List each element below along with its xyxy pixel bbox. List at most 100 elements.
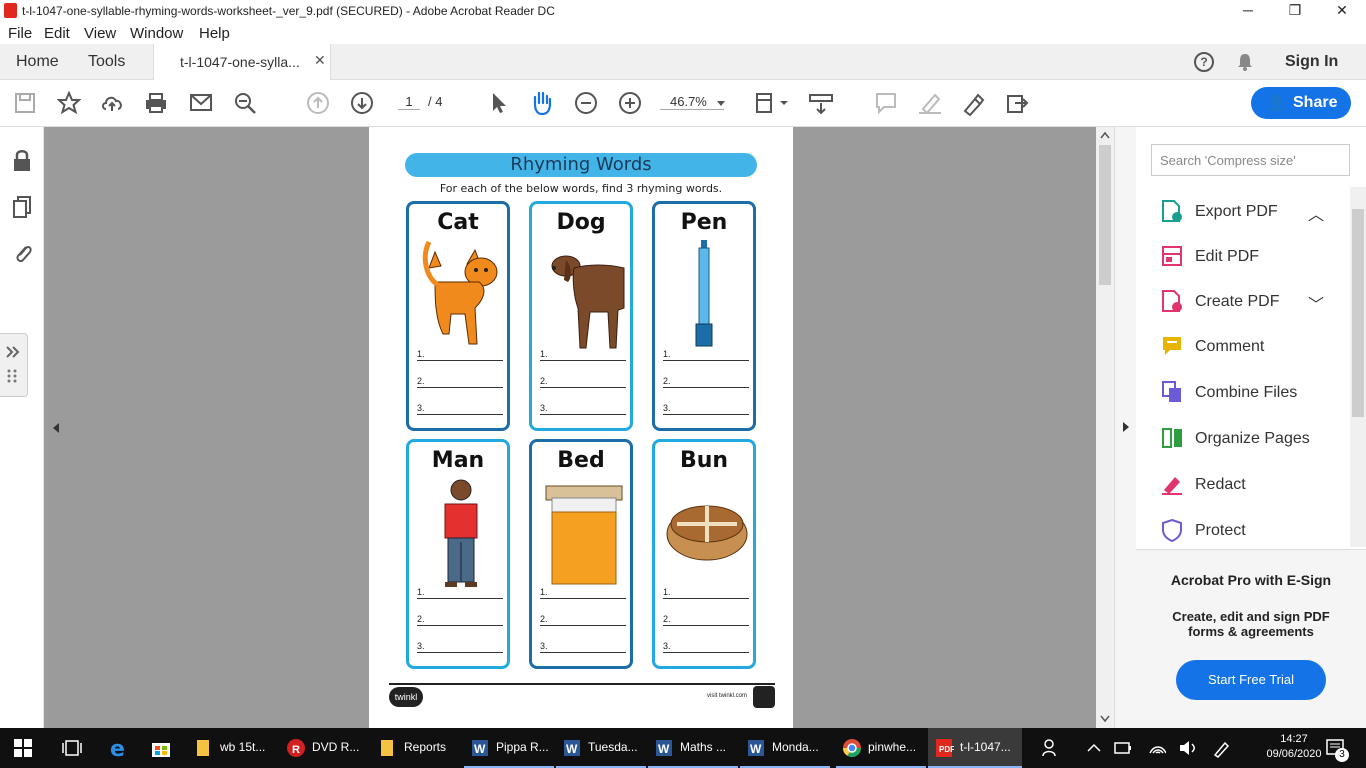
taskbar-item-monday[interactable]: W Monda... (740, 728, 830, 768)
expand-panel-handle[interactable] (0, 333, 28, 397)
lock-icon[interactable] (12, 149, 32, 173)
combine-files-icon (1162, 381, 1181, 402)
answer-line-2: 2. (417, 614, 503, 626)
notification-bell-icon[interactable] (1235, 52, 1255, 72)
word-card-dog: Dog 1. 2. 3. (529, 201, 633, 431)
page-thumbnails-icon[interactable] (12, 195, 34, 219)
tool-label: Edit PDF (1195, 248, 1260, 265)
upload-cloud-icon[interactable] (100, 91, 126, 115)
card-word: Pen (680, 210, 728, 235)
taskbar-item-tuesday[interactable]: W Tuesda... (556, 728, 646, 768)
answer-line-2: 2. (540, 376, 626, 388)
right-panel-toggle-strip[interactable] (1114, 127, 1136, 728)
start-free-trial-button[interactable]: Start Free Trial (1176, 660, 1326, 700)
svg-text:W: W (566, 742, 578, 756)
attachment-paperclip-icon[interactable] (12, 241, 34, 265)
system-clock[interactable]: 14:27 09/06/2020 (1264, 732, 1324, 762)
zoom-level-select[interactable]: 46.7% (660, 94, 724, 110)
answer-line-3: 3. (540, 641, 626, 653)
save-icon[interactable] (14, 92, 36, 114)
taskbar-item-reports[interactable]: Reports (372, 728, 462, 768)
answer-line-1: 1. (540, 349, 626, 361)
pen-workspace-icon[interactable] (1212, 738, 1232, 758)
close-window-button[interactable]: ✕ (1332, 2, 1352, 20)
answer-line-1: 1. (417, 349, 503, 361)
edge-browser-icon[interactable]: e (108, 736, 132, 760)
taskbar-item-maths[interactable]: W Maths ... (648, 728, 738, 768)
scroll-up-arrow-icon[interactable] (1100, 131, 1110, 139)
select-cursor-icon[interactable] (489, 91, 509, 115)
sign-in-link[interactable]: Sign In (1285, 53, 1338, 71)
menu-help[interactable]: Help (199, 25, 230, 42)
taskbar-label: Pippa R... (496, 740, 549, 754)
taskbar-item-wb[interactable]: wb 15t... (188, 728, 278, 768)
maximize-button[interactable]: ❐ (1285, 2, 1305, 20)
store-icon[interactable] (150, 737, 172, 759)
page-number-input[interactable]: 1 (398, 94, 420, 110)
document-scrollbar[interactable] (1096, 127, 1114, 728)
fit-page-icon[interactable] (754, 91, 788, 117)
menu-file[interactable]: File (8, 25, 32, 42)
help-icon[interactable]: ? (1193, 51, 1215, 73)
find-zoom-icon[interactable] (233, 91, 259, 117)
page-total: / 4 (428, 94, 443, 109)
scrollbar-thumb[interactable] (1099, 145, 1111, 285)
quality-badge-icon (753, 686, 775, 708)
more-tools-icon[interactable] (1005, 91, 1033, 117)
organize-pages-icon (1162, 428, 1182, 448)
highlight-pen-icon[interactable] (917, 91, 943, 115)
answer-line-3: 3. (663, 403, 749, 415)
menu-window[interactable]: Window (130, 25, 183, 42)
zoom-in-icon[interactable] (618, 91, 642, 115)
taskbar-item-dvd[interactable]: R DVD R... (280, 728, 370, 768)
bookmark-star-icon[interactable] (57, 91, 81, 115)
show-hidden-icons-chevron-icon[interactable] (1086, 740, 1102, 756)
tool-label: Export PDF (1195, 203, 1278, 220)
scrolling-mode-icon[interactable] (808, 91, 834, 117)
close-tab-icon[interactable]: ✕ (314, 52, 326, 69)
tab-home[interactable]: Home (16, 53, 59, 71)
taskbar-item-pippa[interactable]: W Pippa R... (464, 728, 554, 768)
minimize-button[interactable]: ─ (1238, 2, 1258, 20)
share-button[interactable]: 👤 Share (1251, 87, 1351, 119)
email-icon[interactable] (189, 93, 213, 113)
acrobat-pro-promo: Acrobat Pro with E-Sign Create, edit and… (1136, 549, 1366, 728)
zoom-dropdown-chevron-icon[interactable] (716, 100, 726, 108)
tool-label: Comment (1195, 338, 1265, 355)
tab-tools[interactable]: Tools (88, 53, 125, 71)
volume-icon[interactable] (1178, 739, 1198, 757)
taskbar-label: pinwhe... (868, 740, 917, 754)
clock-date: 09/06/2020 (1266, 748, 1322, 760)
chevron-up-icon[interactable]: ︿ (1308, 201, 1324, 225)
edit-pdf-icon (1162, 246, 1182, 266)
tools-pane-scrollbar-thumb[interactable] (1352, 209, 1364, 417)
answer-line-3: 3. (417, 403, 503, 415)
people-icon[interactable] (1042, 738, 1060, 758)
collapse-right-arrow-icon[interactable] (1122, 421, 1130, 433)
windows-start-icon[interactable] (14, 739, 32, 757)
comment-icon[interactable] (874, 91, 898, 115)
zoom-out-icon[interactable] (574, 91, 598, 115)
scroll-down-arrow-icon[interactable] (1100, 715, 1110, 723)
collapse-left-arrow-icon[interactable] (52, 422, 60, 434)
hand-tool-icon[interactable] (529, 89, 555, 117)
task-view-icon[interactable] (62, 739, 82, 757)
tools-pane-scrollbar[interactable] (1350, 187, 1366, 547)
tools-search-input[interactable]: Search 'Compress size' (1151, 144, 1350, 176)
word-icon: W (472, 740, 488, 756)
print-icon[interactable] (144, 92, 168, 114)
menu-view[interactable]: View (84, 25, 116, 42)
taskbar-label: Tuesda... (588, 740, 638, 754)
menu-edit[interactable]: Edit (44, 25, 70, 42)
tab-document[interactable]: t-l-1047-one-sylla... ✕ (153, 44, 331, 80)
word-icon: W (656, 740, 672, 756)
fill-sign-icon[interactable] (961, 91, 987, 117)
battery-icon[interactable] (1114, 741, 1132, 755)
chevron-down-icon[interactable]: ﹀ (1308, 291, 1324, 315)
taskbar-item-acrobat[interactable]: PDF t-l-1047... (928, 728, 1022, 768)
wifi-icon[interactable] (1148, 739, 1166, 757)
previous-page-icon[interactable] (306, 91, 330, 115)
taskbar-item-chrome[interactable]: pinwhe... (836, 728, 926, 768)
next-page-icon[interactable] (350, 91, 374, 115)
worksheet-footer-rule (389, 683, 775, 685)
